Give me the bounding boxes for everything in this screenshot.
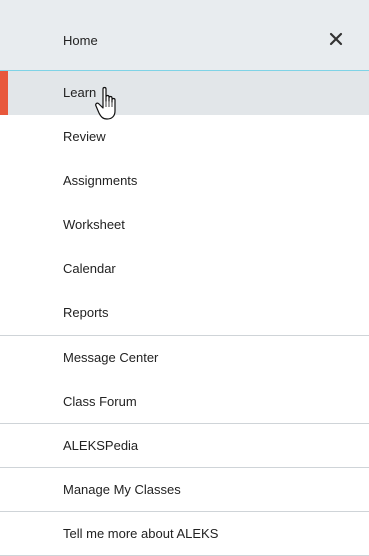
- menu-item-label: Reports: [63, 305, 109, 320]
- menu-item-label: Assignments: [63, 173, 138, 188]
- menu-item-reports[interactable]: Reports: [0, 291, 369, 335]
- menu-item-label: Learn: [63, 85, 97, 100]
- menu-item-label: Manage My Classes: [63, 482, 181, 497]
- menu-item-learn[interactable]: Learn: [0, 71, 369, 115]
- menu-header: Home: [0, 0, 369, 71]
- navigation-menu: Home Learn Review Assignments Worksheet …: [0, 0, 369, 556]
- menu-item-tell-me-more[interactable]: Tell me more about ALEKS: [0, 512, 369, 556]
- menu-item-label: Review: [63, 129, 106, 144]
- menu-item-label: Message Center: [63, 350, 159, 365]
- menu-item-review[interactable]: Review: [0, 115, 369, 159]
- menu-item-label: Calendar: [63, 261, 116, 276]
- menu-item-label: Tell me more about ALEKS: [63, 526, 219, 541]
- menu-item-label: ALEKSPedia: [63, 438, 139, 453]
- menu-item-class-forum[interactable]: Class Forum: [0, 380, 369, 424]
- menu-item-manage-my-classes[interactable]: Manage My Classes: [0, 468, 369, 512]
- menu-item-alekspedia[interactable]: ALEKSPedia: [0, 424, 369, 468]
- menu-item-label: Worksheet: [63, 217, 125, 232]
- menu-item-assignments[interactable]: Assignments: [0, 159, 369, 203]
- active-indicator: [0, 71, 8, 115]
- hand-pointer-icon: [95, 86, 116, 120]
- menu-item-label: Class Forum: [63, 394, 137, 409]
- menu-item-worksheet[interactable]: Worksheet: [0, 203, 369, 247]
- home-link[interactable]: Home: [63, 33, 98, 48]
- menu-item-message-center[interactable]: Message Center: [0, 336, 369, 380]
- close-icon[interactable]: [325, 28, 347, 50]
- menu-item-calendar[interactable]: Calendar: [0, 247, 369, 291]
